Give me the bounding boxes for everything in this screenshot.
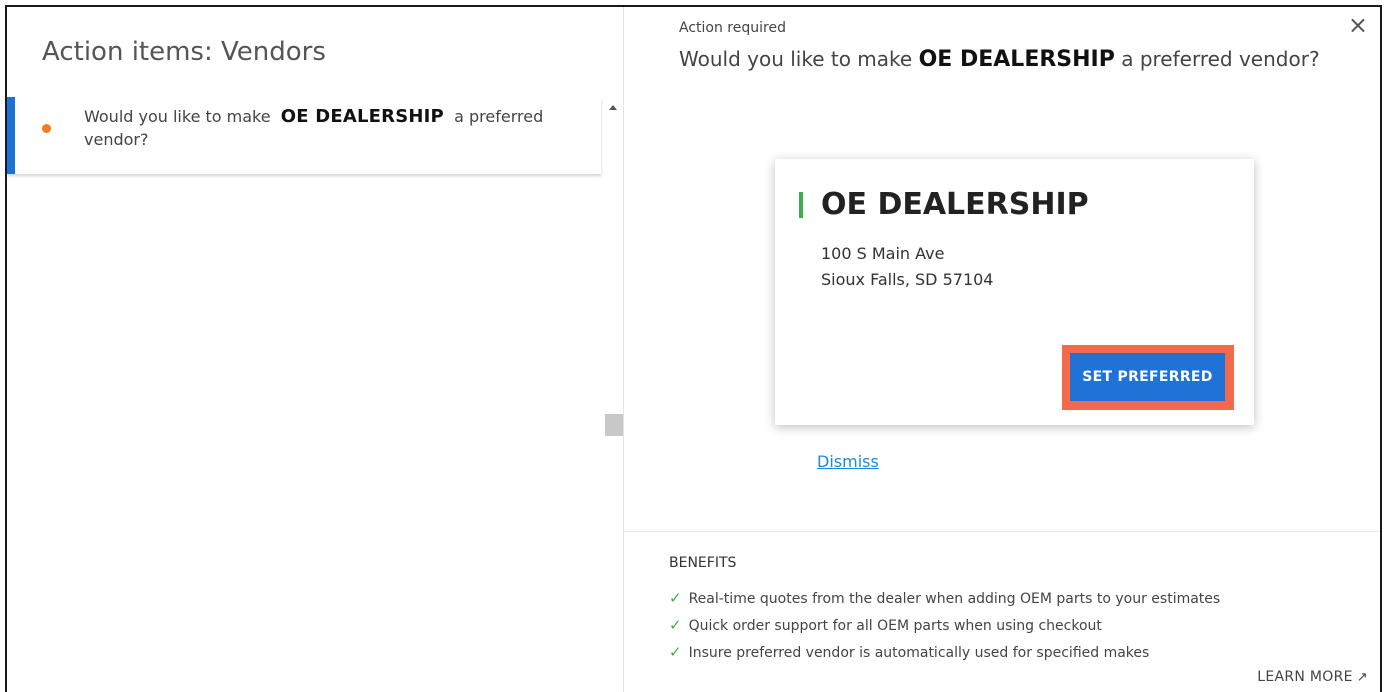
scrollbar-thumb[interactable] bbox=[605, 414, 623, 436]
scroll-up-arrow-icon[interactable] bbox=[609, 105, 617, 110]
panel-title: Action items: Vendors bbox=[42, 37, 326, 67]
external-link-icon: ↗ bbox=[1356, 670, 1368, 685]
benefit-text: Real-time quotes from the dealer when ad… bbox=[688, 591, 1221, 607]
dismiss-link[interactable]: Dismiss bbox=[817, 452, 879, 471]
benefit-item: ✓ Quick order support for all OEM parts w… bbox=[669, 616, 1102, 634]
learn-more-link[interactable]: LEARN MORE ↗ bbox=[1257, 669, 1368, 685]
benefit-item: ✓ Insure preferred vendor is automaticall… bbox=[669, 643, 1149, 661]
check-icon: ✓ bbox=[669, 589, 682, 607]
action-items-list: Would you like to make OE DEALERSHIP a p… bbox=[7, 97, 605, 692]
vendor-name: OE DEALERSHIP bbox=[821, 187, 1089, 222]
list-scrollbar[interactable] bbox=[605, 97, 623, 692]
vendor-address-line2: Sioux Falls, SD 57104 bbox=[821, 270, 994, 289]
close-icon[interactable]: × bbox=[1348, 13, 1368, 37]
question-vendor: OE DEALERSHIP bbox=[918, 47, 1115, 72]
check-icon: ✓ bbox=[669, 616, 682, 634]
action-detail-panel: × Action required Would you like to make… bbox=[624, 7, 1380, 692]
learn-more-label: LEARN MORE bbox=[1257, 669, 1353, 685]
action-required-label: Action required bbox=[679, 20, 786, 36]
vendor-address-line1: 100 S Main Ave bbox=[821, 244, 945, 263]
vendor-card: OE DEALERSHIP 100 S Main Ave Sioux Falls… bbox=[775, 159, 1254, 425]
vendor-accent-bar bbox=[799, 192, 803, 218]
action-items-panel: Action items: Vendors Would you like to … bbox=[7, 7, 624, 692]
check-icon: ✓ bbox=[669, 643, 682, 661]
benefit-text: Insure preferred vendor is automatically… bbox=[688, 645, 1150, 661]
list-item-text: Would you like to make OE DEALERSHIP a p… bbox=[84, 105, 584, 151]
list-item-text-before: Would you like to make bbox=[84, 107, 271, 126]
question-after: a preferred vendor? bbox=[1121, 47, 1320, 71]
set-preferred-button[interactable]: SET PREFERRED bbox=[1070, 353, 1225, 401]
unread-dot-icon bbox=[42, 124, 51, 133]
benefits-title: BENEFITS bbox=[669, 555, 737, 571]
list-item[interactable]: Would you like to make OE DEALERSHIP a p… bbox=[7, 97, 601, 174]
detail-question: Would you like to make OE DEALERSHIP a p… bbox=[679, 47, 1320, 72]
list-item-vendor: OE DEALERSHIP bbox=[280, 106, 444, 127]
benefit-item: ✓ Real-time quotes from the dealer when a… bbox=[669, 589, 1220, 607]
button-highlight: SET PREFERRED bbox=[1062, 345, 1234, 410]
app-frame: Action items: Vendors Would you like to … bbox=[5, 5, 1382, 692]
question-before: Would you like to make bbox=[679, 47, 913, 71]
benefit-text: Quick order support for all OEM parts wh… bbox=[688, 618, 1102, 634]
benefits-section: BENEFITS ✓ Real-time quotes from the deal… bbox=[624, 531, 1380, 692]
